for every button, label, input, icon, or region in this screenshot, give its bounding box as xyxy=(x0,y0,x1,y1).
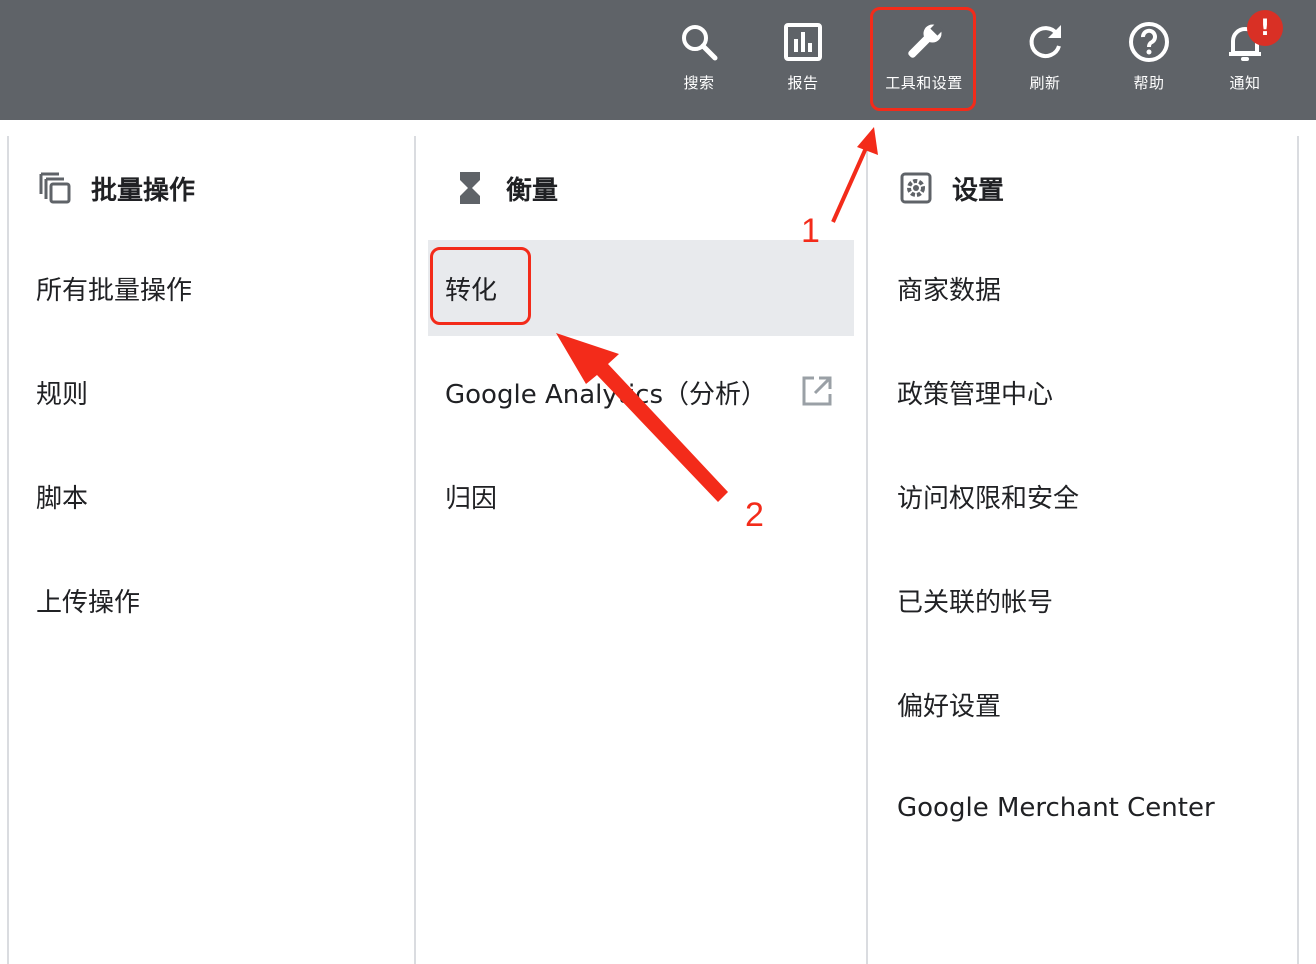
setup-column: 设置 商家数据 政策管理中心 访问权限和安全 已关联的帐号 偏好设置 Googl… xyxy=(868,136,1297,964)
gear-icon xyxy=(898,170,934,206)
search-button[interactable]: 搜索 xyxy=(649,0,749,120)
notifications-label: 通知 xyxy=(1229,74,1261,92)
bulk-actions-column: 批量操作 所有批量操作 规则 脚本 上传操作 xyxy=(9,136,414,964)
help-icon xyxy=(1127,20,1171,64)
setup-title: 设置 xyxy=(952,175,1005,206)
measurement-title: 衡量 xyxy=(506,175,559,206)
hourglass-icon xyxy=(452,170,488,206)
menu-item-all-bulk-actions[interactable]: 所有批量操作 xyxy=(9,240,414,336)
reports-label: 报告 xyxy=(787,74,819,92)
copy-stack-icon xyxy=(37,170,73,206)
search-icon xyxy=(677,20,721,64)
tools-highlight-box xyxy=(870,7,976,111)
external-link-icon xyxy=(800,374,834,408)
help-label: 帮助 xyxy=(1133,74,1165,92)
menu-item-attribution[interactable]: 归因 xyxy=(428,448,854,544)
menu-item-business-data[interactable]: 商家数据 xyxy=(868,240,1297,336)
menu-item-linked-accounts[interactable]: 已关联的帐号 xyxy=(868,552,1297,648)
refresh-label: 刷新 xyxy=(1029,74,1061,92)
step-2-label: 2 xyxy=(745,496,764,534)
help-button[interactable]: 帮助 xyxy=(1099,0,1199,120)
step-1-label: 1 xyxy=(801,212,820,250)
menu-item-access-security[interactable]: 访问权限和安全 xyxy=(868,448,1297,544)
bar-chart-icon xyxy=(781,20,825,64)
setup-heading: 设置 xyxy=(898,166,1004,210)
top-toolbar: 搜索 报告 工具和设置 刷新 帮助 通知 ! xyxy=(0,0,1316,120)
refresh-button[interactable]: 刷新 xyxy=(995,0,1095,120)
menu-item-policy-manager[interactable]: 政策管理中心 xyxy=(868,344,1297,440)
menu-item-preferences[interactable]: 偏好设置 xyxy=(868,656,1297,752)
menu-item-scripts[interactable]: 脚本 xyxy=(9,448,414,544)
bulk-actions-title: 批量操作 xyxy=(91,175,196,206)
menu-item-uploads[interactable]: 上传操作 xyxy=(9,552,414,648)
menu-item-google-merchant-center[interactable]: Google Merchant Center xyxy=(868,760,1297,856)
bulk-actions-heading: 批量操作 xyxy=(37,166,195,210)
notification-badge: ! xyxy=(1247,10,1283,46)
notifications-button[interactable]: 通知 ! xyxy=(1195,0,1295,120)
menu-item-rules[interactable]: 规则 xyxy=(9,344,414,440)
refresh-icon xyxy=(1023,20,1067,64)
search-label: 搜索 xyxy=(683,74,715,92)
menu-item-google-analytics[interactable]: Google Analytics（分析） xyxy=(428,344,854,440)
reports-button[interactable]: 报告 xyxy=(753,0,853,120)
google-analytics-label: Google Analytics（分析） xyxy=(445,379,768,410)
measurement-heading: 衡量 xyxy=(452,166,558,210)
conversions-highlight-box xyxy=(430,247,531,325)
